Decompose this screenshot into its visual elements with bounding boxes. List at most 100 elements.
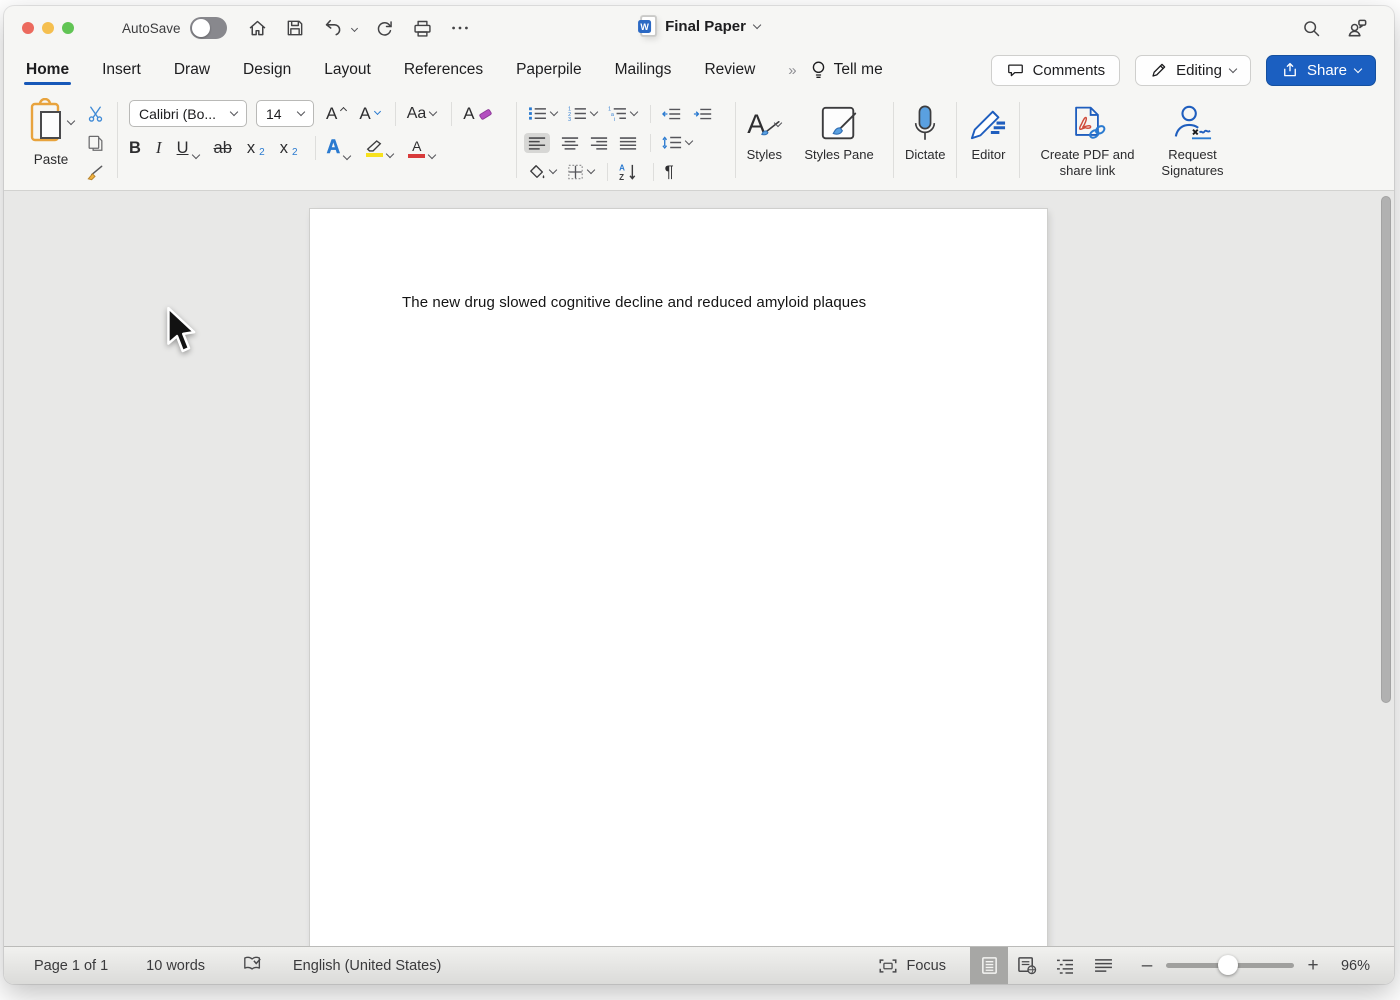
align-left-button[interactable] [524,133,550,153]
zoom-level[interactable]: 96% [1322,958,1370,974]
comments-button[interactable]: Comments [991,55,1121,86]
tab-mailings[interactable]: Mailings [615,52,672,88]
sort-button[interactable]: AZ [619,163,640,181]
title-menu-chevron-icon[interactable] [753,20,761,28]
tab-overflow-chevrons-icon[interactable]: » [788,62,795,79]
clear-formatting-button[interactable]: A [463,104,491,124]
zoom-in-button[interactable]: + [1304,955,1322,977]
page-indicator[interactable]: Page 1 of 1 [34,958,108,974]
print-layout-view-button[interactable] [970,947,1008,985]
print-icon[interactable] [409,15,435,41]
tab-insert[interactable]: Insert [102,52,141,88]
tab-references[interactable]: References [404,52,483,88]
document-body-text[interactable]: The new drug slowed cognitive decline an… [402,294,866,311]
tab-design[interactable]: Design [243,52,291,88]
redo-icon[interactable] [371,15,397,41]
autosave-toggle[interactable] [190,17,227,39]
svg-text:3: 3 [568,117,571,121]
home-icon[interactable] [244,15,270,41]
superscript-button[interactable]: x2 [280,139,298,158]
decrease-indent-button[interactable] [662,107,682,121]
spellcheck-button[interactable] [243,955,263,976]
align-right-icon [590,136,608,150]
focus-mode-button[interactable]: Focus [878,958,947,974]
font-size-select[interactable]: 14 [256,100,314,127]
grow-font-button[interactable]: A [326,104,346,124]
cut-button[interactable] [84,102,106,124]
web-layout-view-button[interactable] [1008,947,1046,985]
align-center-button[interactable] [561,136,579,150]
pencil-icon [1150,61,1168,79]
decrease-indent-icon [662,107,682,121]
save-icon[interactable] [282,15,308,41]
zoom-slider[interactable] [1166,963,1294,968]
line-spacing-button[interactable] [662,135,692,150]
paste-button[interactable]: Paste [22,94,80,190]
tell-me-button[interactable]: Tell me [810,60,883,80]
draft-view-button[interactable] [1084,947,1122,985]
undo-button[interactable] [320,15,346,41]
borders-button[interactable] [567,164,594,180]
styles-button[interactable]: A Styles [747,94,782,190]
change-case-button[interactable]: Aa [407,105,437,123]
editing-mode-button[interactable]: Editing [1135,55,1251,86]
share-button[interactable]: Share [1266,55,1376,86]
document-page[interactable]: The new drug slowed cognitive decline an… [310,209,1047,946]
multilevel-list-icon: 1ai [608,106,627,121]
shrink-font-button[interactable]: A [359,104,379,124]
underline-button[interactable]: U [177,139,199,158]
paste-menu-chevron-icon[interactable] [67,117,75,125]
word-count[interactable]: 10 words [146,958,205,974]
zoom-out-button[interactable]: – [1138,955,1156,977]
justify-button[interactable] [619,136,637,150]
document-title-area[interactable]: W Final Paper [638,16,760,36]
font-name-select[interactable]: Calibri (Bo... [129,100,247,127]
status-bar: Page 1 of 1 10 words English (United Sta… [4,946,1394,984]
styles-label: Styles [747,147,782,163]
underline-menu-chevron-icon[interactable] [191,150,199,158]
font-size-value: 14 [266,106,282,122]
outline-view-button[interactable] [1046,947,1084,985]
request-signatures-button[interactable]: Request Signatures [1149,94,1235,190]
create-pdf-share-link-button[interactable]: Create PDF and share link [1031,94,1143,190]
close-button[interactable] [22,22,34,34]
align-right-button[interactable] [590,136,608,150]
font-color-button[interactable]: A [408,139,435,158]
search-icon[interactable] [1298,15,1324,41]
text-effects-button[interactable]: A [327,137,351,159]
editor-button[interactable]: Editor [968,94,1008,190]
multilevel-list-button[interactable]: 1ai [608,106,637,121]
bullets-button[interactable] [528,106,557,121]
focus-icon [878,958,898,974]
show-paragraph-marks-button[interactable]: ¶ [665,162,674,182]
more-options-icon[interactable] [447,15,473,41]
strikethrough-button[interactable]: ab [214,139,232,158]
minimize-button[interactable] [42,22,54,34]
borders-icon [567,164,584,180]
font-color-swatch [408,154,425,158]
bold-button[interactable]: B [129,139,141,158]
tab-paperpile[interactable]: Paperpile [516,52,582,88]
highlight-color-button[interactable] [365,139,393,157]
language-indicator[interactable]: English (United States) [293,958,441,974]
italic-button[interactable]: I [156,138,162,158]
share-contact-icon[interactable] [1344,15,1370,41]
copy-button[interactable] [84,132,106,154]
shading-button[interactable] [528,164,556,180]
numbering-button[interactable]: 123 [568,106,597,121]
format-painter-button[interactable] [84,162,106,184]
request-signatures-label: Request Signatures [1149,147,1235,178]
tab-draw[interactable]: Draw [174,52,210,88]
vertical-scrollbar-thumb[interactable] [1381,196,1391,703]
zoom-window-button[interactable] [62,22,74,34]
styles-pane-button[interactable]: Styles Pane [796,94,882,190]
increase-indent-button[interactable] [693,107,713,121]
zoom-slider-thumb[interactable] [1218,955,1238,975]
dictate-button[interactable]: Dictate [905,94,945,190]
paint-bucket-icon [528,164,546,180]
tab-review[interactable]: Review [704,52,755,88]
tab-layout[interactable]: Layout [324,52,371,88]
subscript-button[interactable]: x2 [247,139,265,158]
undo-menu-chevron-icon[interactable] [351,24,358,31]
tab-home[interactable]: Home [26,52,69,88]
